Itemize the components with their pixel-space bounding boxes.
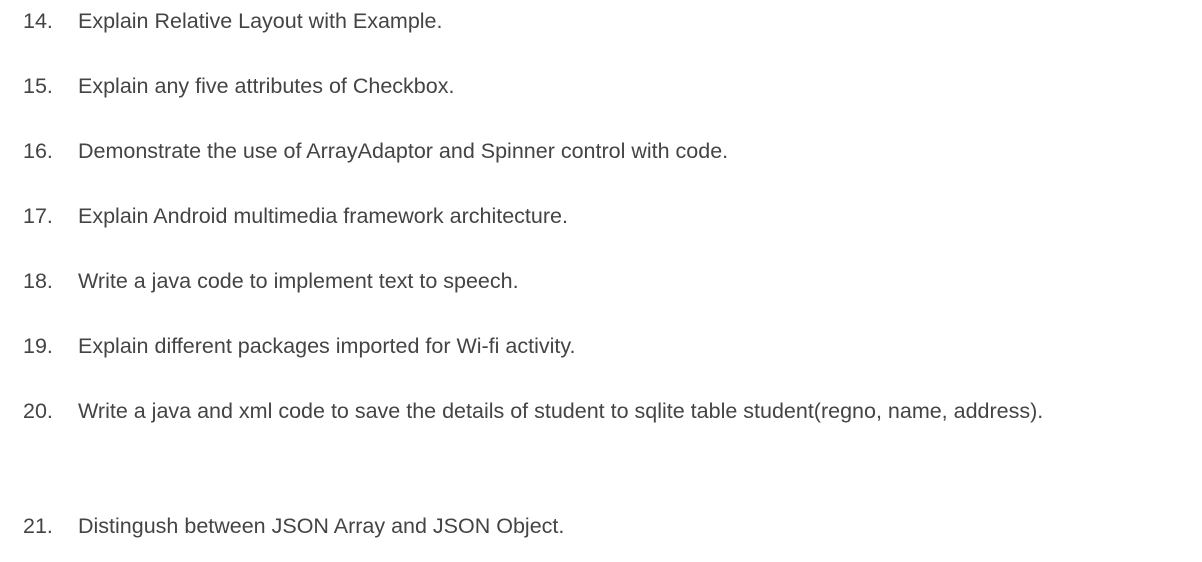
list-item: 16. Demonstrate the use of ArrayAdaptor … bbox=[0, 134, 1202, 168]
question-number: 19. bbox=[23, 334, 53, 358]
question-text: Explain Relative Layout with Example. bbox=[78, 9, 443, 33]
list-item: 20. Write a java and xml code to save th… bbox=[0, 394, 1202, 428]
list-item: 21. Distingush between JSON Array and JS… bbox=[0, 509, 1202, 543]
question-text: Distingush between JSON Array and JSON O… bbox=[78, 514, 565, 538]
question-text: Explain different packages imported for … bbox=[78, 334, 576, 358]
question-number: 17. bbox=[23, 204, 53, 228]
question-number: 20. bbox=[23, 399, 53, 423]
list-item: 15. Explain any five attributes of Check… bbox=[0, 69, 1202, 103]
question-text: Explain Android multimedia framework arc… bbox=[78, 204, 568, 228]
question-number: 14. bbox=[23, 9, 53, 33]
list-item: 18. Write a java code to implement text … bbox=[0, 264, 1202, 298]
question-number: 16. bbox=[23, 139, 53, 163]
question-text: Write a java and xml code to save the de… bbox=[78, 399, 1044, 423]
list-item: 14. Explain Relative Layout with Example… bbox=[0, 4, 1202, 38]
question-number: 15. bbox=[23, 74, 53, 98]
list-item: 17. Explain Android multimedia framework… bbox=[0, 199, 1202, 233]
question-number: 18. bbox=[23, 269, 53, 293]
question-text: Write a java code to implement text to s… bbox=[78, 269, 519, 293]
question-text: Explain any five attributes of Checkbox. bbox=[78, 74, 455, 98]
list-item: 19. Explain different packages imported … bbox=[0, 329, 1202, 363]
question-text: Demonstrate the use of ArrayAdaptor and … bbox=[78, 139, 729, 163]
question-number: 21. bbox=[23, 514, 53, 538]
